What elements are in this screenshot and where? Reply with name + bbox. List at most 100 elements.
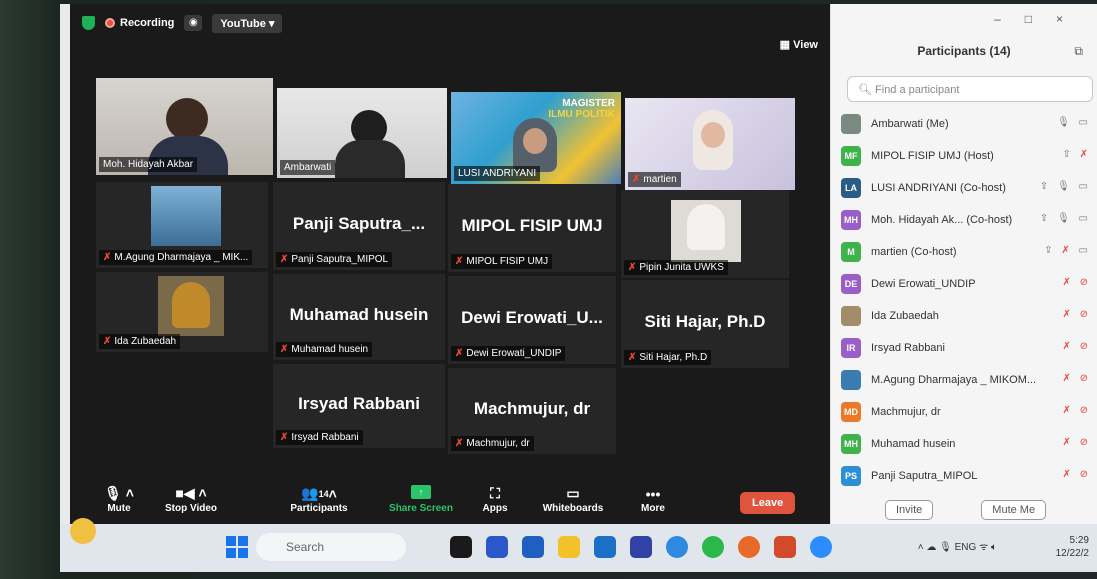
video-tile[interactable]: ✗ M.Agung Dharmajaya _ MIK... (96, 182, 268, 268)
youtube-stream-dropdown[interactable]: YouTube ▾ (212, 13, 283, 33)
zoom-meeting-window: Recording ◉ YouTube ▾ ▦ View Moh. Hidaya… (70, 4, 830, 524)
participants-panel-title: Participants (14) (917, 44, 1011, 58)
cloud-icon: ☁ (926, 542, 940, 553)
app-icon[interactable] (630, 536, 652, 558)
tile-name-label: ✗ Pipin Junita UWKS (624, 260, 728, 275)
list-item[interactable]: IR Irsyad Rabbani ✗ ⊘ (841, 332, 1091, 364)
chat-icon[interactable] (486, 536, 508, 558)
whiteboards-button[interactable]: ▭ Whiteboards (538, 485, 608, 514)
mic-muted-icon: ✗ (628, 352, 637, 363)
list-item[interactable]: DE Dewi Erowati_UNDIP ✗ ⊘ (841, 268, 1091, 300)
tile-name-label: ✗ MIPOL FISIP UMJ (451, 254, 553, 269)
video-tile[interactable]: Siti Hajar, Ph.D ✗ Siti Hajar, Ph.D (621, 280, 789, 368)
apps-icon: ⛶ (490, 485, 500, 501)
video-tile[interactable]: Irsyad Rabbani ✗ Irsyad Rabbani (273, 364, 445, 448)
powerpoint-icon[interactable] (774, 536, 796, 558)
store-icon[interactable] (522, 536, 544, 558)
participant-list: Ambarwati (Me) 🎙︎ ▭ MF MIPOL FISIP UMJ (Ho… (841, 108, 1091, 492)
banner-line1: MAGISTER (562, 98, 615, 109)
list-item[interactable]: Mmartien (Co-host) ⇪ ✗ ▭ (841, 236, 1091, 268)
recording-indicator[interactable]: Recording (105, 17, 174, 29)
list-item[interactable]: MF MIPOL FISIP UMJ (Host) ⇪ ✗ (841, 140, 1091, 172)
video-tile[interactable]: Machmujur, dr ✗ Machmujur, dr (448, 368, 616, 454)
participant-name-display: Panji Saputra_... (292, 213, 426, 233)
taskbar-search-input[interactable]: Search (256, 533, 406, 561)
video-tile[interactable]: Ambarwati (277, 88, 447, 178)
invite-button[interactable]: Invite (885, 500, 934, 520)
zoom-icon[interactable] (810, 536, 832, 558)
participants-icon: 👥 14 ˄ (301, 485, 337, 502)
microphone-icon: 🎙︎ (939, 542, 955, 553)
browser-icon[interactable] (666, 536, 688, 558)
avatar: LA (841, 178, 861, 198)
video-tile[interactable]: Muhamad husein ✗ Muhamad husein (273, 274, 445, 360)
whiteboard-icon: ▭ (566, 485, 580, 501)
security-shield-icon[interactable] (82, 16, 95, 30)
video-tile[interactable]: MIPOL FISIP UMJ ✗ MIPOL FISIP UMJ (448, 184, 616, 272)
banner-line2: ILMU POLITIK (548, 109, 615, 120)
list-item[interactable]: MH Moh. Hidayah Ak... (Co-host) ⇪ 🎙︎ ▭ (841, 204, 1091, 236)
avatar: MF (841, 146, 861, 166)
system-tray[interactable]: ˄ ☁ 🎙︎ ENG ᯤ 🔈︎ (918, 539, 997, 553)
list-item[interactable]: MD Machmujur, dr ✗ ⊘ (841, 396, 1091, 428)
view-button[interactable]: ▦ View (780, 38, 818, 51)
participant-search-input[interactable]: 🔍︎ Find a participant (847, 76, 1093, 102)
video-tile[interactable]: Moh. Hidayah Akbar (96, 78, 273, 175)
video-tile[interactable]: MAGISTER ILMU POLITIK LUSI ANDRIYANI (451, 92, 621, 184)
video-tile[interactable]: Dewi Erowati_U... ✗ Dewi Erowati_UNDIP (448, 276, 616, 364)
video-tile[interactable]: ✗ Ida Zubaedah (96, 272, 268, 352)
more-button[interactable]: ••• More (618, 485, 688, 514)
mail-icon[interactable] (594, 536, 616, 558)
list-item[interactable]: MH Muhamad husein ✗ ⊘ (841, 428, 1091, 460)
share-screen-button[interactable]: ↑ Share Screen (386, 484, 456, 514)
list-item[interactable]: LA LUSI ANDRIYANI (Co-host) ⇪ 🎙︎ ▭ (841, 172, 1091, 204)
windows-taskbar: Search ˄ ☁ 🎙︎ ENG ᯤ 🔈︎ 5:29 12/22/2 (60, 518, 1097, 572)
list-item[interactable]: PS Panji Saputra_MIPOL ✗ ⊘ (841, 460, 1091, 492)
participants-button[interactable]: 👥 14 ˄ Participants (284, 485, 354, 514)
stop-video-button[interactable]: ■◀ ˄ Stop Video (156, 485, 226, 514)
apps-button[interactable]: ⛶ Apps (460, 485, 530, 514)
mic-muted-icon: ✗ (103, 336, 112, 347)
mic-muted-icon: ✗ (280, 344, 289, 355)
media-status-icons: 🎙︎ ▭ (1057, 117, 1091, 128)
more-dots-icon: ••• (645, 485, 661, 502)
share-screen-icon: ↑ (411, 484, 431, 499)
mute-button[interactable]: 🎙 ˄ Mute (84, 485, 154, 514)
popout-icon[interactable]: ⧉ (1074, 44, 1083, 59)
tile-name-label: Moh. Hidayah Akbar (99, 157, 198, 172)
live-stream-icon[interactable]: ◉ (184, 15, 203, 31)
file-explorer-icon[interactable] (558, 536, 580, 558)
clock[interactable]: 5:29 12/22/2 (1056, 534, 1089, 560)
task-view-icon[interactable] (450, 536, 472, 558)
firefox-icon[interactable] (738, 536, 760, 558)
media-status-icons: ⇪ ✗ ▭ (1044, 245, 1091, 256)
participants-label: Participants (290, 502, 348, 514)
tile-name-label: Ambarwati (280, 160, 336, 175)
tile-name-label: ✗ Dewi Erowati_UNDIP (451, 346, 566, 361)
video-tile[interactable]: Panji Saputra_... ✗ Panji Saputra_MIPOL (273, 182, 445, 270)
avatar (841, 306, 861, 326)
list-item[interactable]: M.Agung Dharmajaya _ MIKOM... ✗ ⊘ (841, 364, 1091, 396)
media-status-icons: ✗ ⊘ (1062, 277, 1091, 288)
window-controls[interactable]: –□× (994, 12, 1087, 26)
mute-me-button[interactable]: Mute Me (981, 500, 1047, 520)
list-item[interactable]: Ida Zubaedah ✗ ⊘ (841, 300, 1091, 332)
whatsapp-icon[interactable] (702, 536, 724, 558)
tile-name-label: ✗ Ida Zubaedah (99, 334, 181, 349)
media-status-icons: ⇪ ✗ (1062, 149, 1091, 160)
mic-muted-icon: ✗ (632, 174, 641, 185)
avatar (841, 370, 861, 390)
more-label: More (641, 502, 665, 514)
video-tile[interactable]: ✗ Pipin Junita UWKS (621, 190, 789, 278)
windows-start-icon[interactable] (226, 536, 248, 558)
video-tile[interactable]: ✗ martien (625, 98, 795, 190)
tile-name-label: ✗ Machmujur, dr (451, 436, 534, 451)
media-status-icons: ✗ ⊘ (1062, 469, 1091, 480)
widgets-icon[interactable] (70, 518, 96, 544)
recording-label: Recording (120, 17, 175, 29)
leave-button[interactable]: Leave (740, 492, 796, 514)
mic-muted-icon: ✗ (628, 262, 637, 273)
tile-name-label: ✗ Irsyad Rabbani (276, 430, 363, 445)
list-item[interactable]: Ambarwati (Me) 🎙︎ ▭ (841, 108, 1091, 140)
avatar (841, 114, 861, 134)
